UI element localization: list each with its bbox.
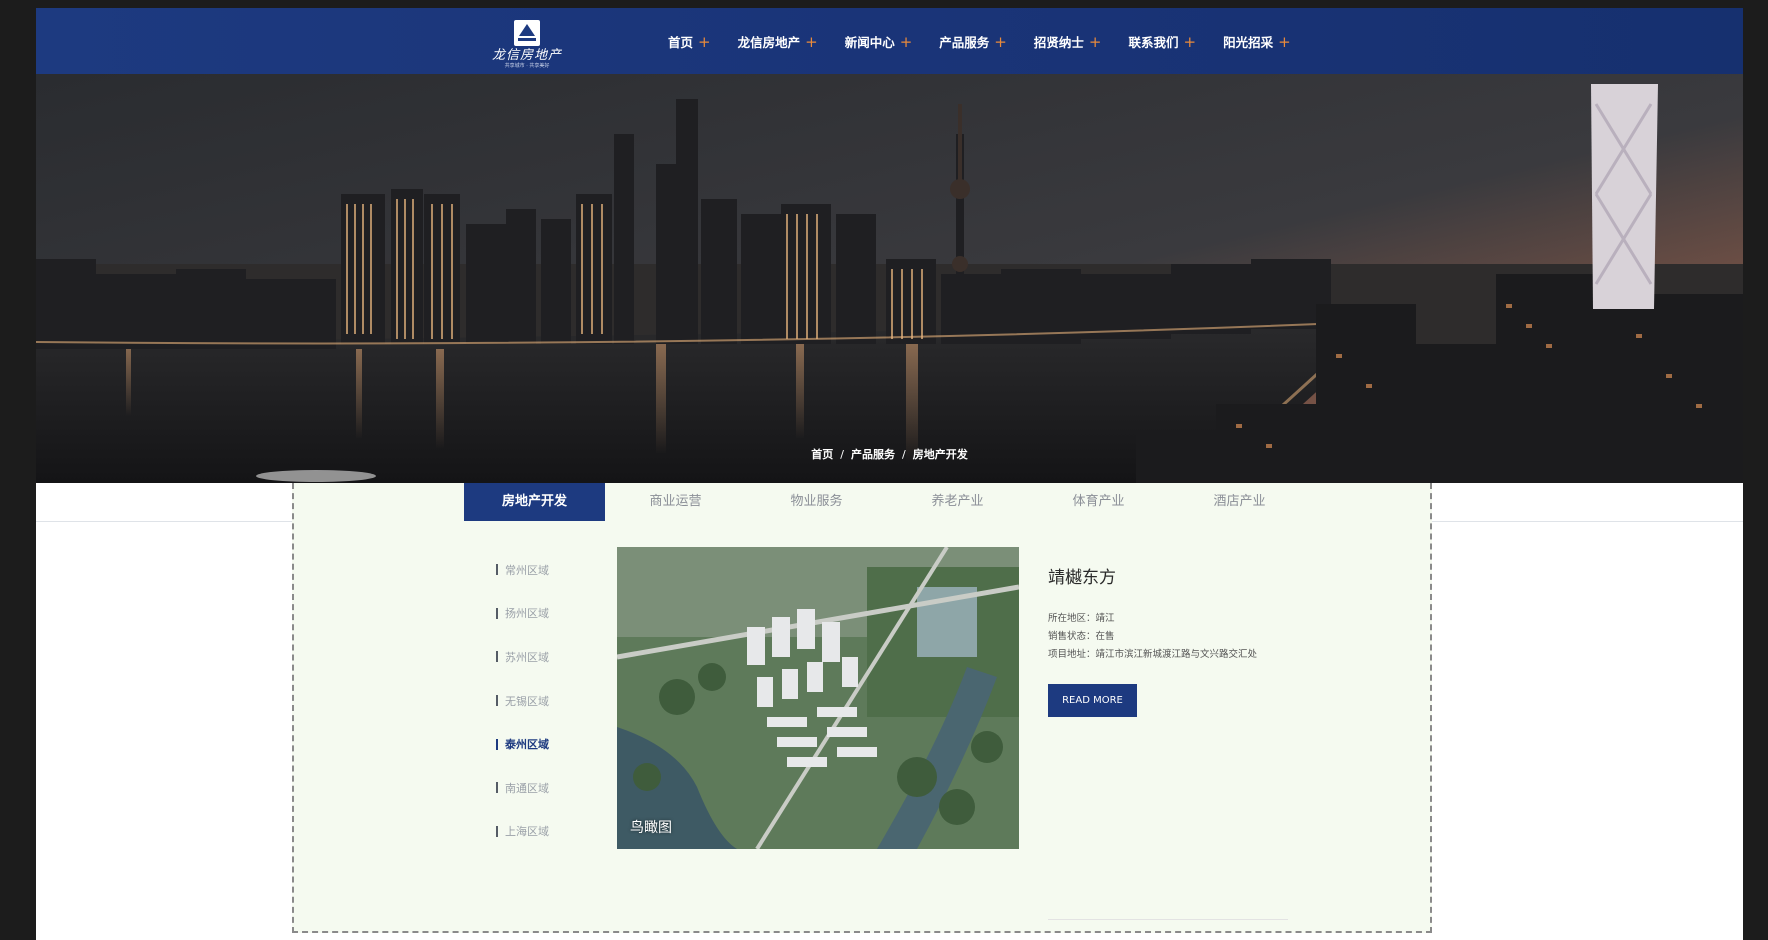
nav-item-contact[interactable]: 联系我们 +: [1128, 32, 1196, 51]
project-address: 项目地址：靖江市滨江新城渡江路与文兴路交汇处: [1048, 646, 1278, 664]
region-label: 常州区域: [505, 563, 549, 577]
category-tabs: 房地产开发 商业运营 物业服务 养老产业 体育产业 酒店产业: [464, 483, 1310, 521]
tab-property-service[interactable]: 物业服务: [746, 483, 887, 521]
status-label: 销售状态：: [1048, 631, 1096, 642]
region-label: 泰州区域: [505, 738, 549, 752]
region-label: 苏州区域: [505, 650, 549, 664]
location-label: 所在地区：: [1048, 613, 1096, 624]
logo-slogan: 共享城市 · 共享美好: [504, 63, 550, 69]
plus-icon: +: [698, 32, 711, 51]
region-label: 扬州区域: [505, 607, 549, 621]
nav-item-news[interactable]: 新闻中心 +: [845, 32, 913, 51]
photo-caption: 鸟瞰图: [630, 820, 672, 836]
region-item-changzhou[interactable]: 常州区域: [496, 548, 549, 592]
plus-icon: +: [1183, 32, 1197, 51]
project-title: 靖樾东方: [1048, 568, 1116, 588]
city-skyline-image: [36, 74, 1743, 483]
tab-commercial[interactable]: 商业运营: [605, 483, 746, 521]
nav-item-products[interactable]: 产品服务 +: [939, 32, 1007, 51]
project-status: 销售状态：在售: [1048, 628, 1278, 646]
region-label: 南通区域: [505, 781, 549, 795]
nav-label: 首页: [668, 34, 694, 50]
nav-label: 龙信房地产: [737, 34, 801, 50]
aerial-view-image: [617, 547, 1019, 849]
tab-hotel[interactable]: 酒店产业: [1169, 483, 1310, 521]
site-header: 龙信房地产 共享城市 · 共享美好 首页 + 龙信房地产 + 新闻中心 + 产品服务 +…: [36, 8, 1743, 74]
tab-sports[interactable]: 体育产业: [1028, 483, 1169, 521]
region-item-taizhou[interactable]: 泰州区域: [496, 722, 549, 766]
region-list: 常州区域 扬州区域 苏州区域 无锡区域 泰州区域 南通区域 上海区域: [496, 548, 549, 853]
nav-item-careers[interactable]: 招贤纳士 +: [1034, 32, 1102, 51]
location-value: 靖江: [1095, 613, 1115, 624]
breadcrumb: 首页 / 产品服务 / 房地产开发: [36, 446, 1743, 462]
project-photo[interactable]: 鸟瞰图: [617, 547, 1019, 849]
nav-label: 新闻中心: [844, 34, 895, 50]
nav-item-home[interactable]: 首页 +: [668, 32, 711, 51]
region-item-nantong[interactable]: 南通区域: [496, 766, 549, 810]
breadcrumb-separator: /: [840, 448, 844, 461]
breadcrumb-separator: /: [902, 448, 906, 461]
nav-item-procurement[interactable]: 阳光招采 +: [1223, 32, 1291, 51]
region-marker: [496, 607, 498, 619]
breadcrumb-products[interactable]: 产品服务: [851, 448, 895, 461]
region-item-wuxi[interactable]: 无锡区域: [496, 679, 549, 723]
tab-elderly-care[interactable]: 养老产业: [887, 483, 1028, 521]
region-marker: [496, 695, 498, 707]
nav-item-about[interactable]: 龙信房地产 +: [738, 32, 818, 51]
region-marker: [496, 564, 498, 576]
plus-icon: +: [1278, 32, 1291, 51]
read-more-button[interactable]: READ MORE: [1048, 684, 1137, 717]
plus-icon: +: [994, 32, 1007, 51]
site-logo[interactable]: 龙信房地产 共享城市 · 共享美好: [492, 20, 563, 69]
logo-text: 龙信房地产: [492, 48, 563, 63]
logo-mark-icon: [514, 20, 540, 46]
info-divider: [1048, 919, 1288, 920]
main-nav: 首页 + 龙信房地产 + 新闻中心 + 产品服务 + 招贤纳士 + 联系我们 + 阳光招采 +: [668, 8, 1318, 74]
nav-label: 联系我们: [1128, 34, 1179, 50]
browser-viewport: 龙信房地产 共享城市 · 共享美好 首页 + 龙信房地产 + 新闻中心 + 产品服务 +…: [36, 8, 1743, 940]
hero-banner: 首页 / 产品服务 / 房地产开发: [36, 74, 1743, 483]
region-item-yangzhou[interactable]: 扬州区域: [496, 592, 549, 636]
address-value: 靖江市滨江新城渡江路与文兴路交汇处: [1095, 649, 1258, 660]
nav-label: 阳光招采: [1223, 34, 1274, 50]
address-label: 项目地址：: [1048, 649, 1096, 660]
region-label: 无锡区域: [505, 694, 549, 708]
project-location: 所在地区：靖江: [1048, 610, 1278, 628]
project-info: 靖樾东方 所在地区：靖江 销售状态：在售 项目地址：靖江市滨江新城渡江路与文兴路…: [1048, 563, 1278, 717]
region-item-suzhou[interactable]: 苏州区域: [496, 635, 549, 679]
plus-icon: +: [1088, 32, 1102, 51]
region-item-shanghai[interactable]: 上海区域: [496, 810, 549, 854]
breadcrumb-current: 房地产开发: [912, 448, 968, 461]
nav-label: 招贤纳士: [1033, 34, 1084, 50]
breadcrumb-home[interactable]: 首页: [811, 448, 833, 461]
tab-real-estate[interactable]: 房地产开发: [464, 483, 605, 521]
region-marker: [496, 782, 498, 794]
plus-icon: +: [805, 32, 818, 51]
region-marker: [496, 651, 498, 663]
region-label: 上海区域: [505, 825, 549, 839]
region-marker: [496, 738, 498, 750]
nav-label: 产品服务: [939, 34, 990, 50]
region-marker: [496, 825, 498, 837]
plus-icon: +: [899, 32, 913, 51]
status-value: 在售: [1095, 631, 1115, 642]
